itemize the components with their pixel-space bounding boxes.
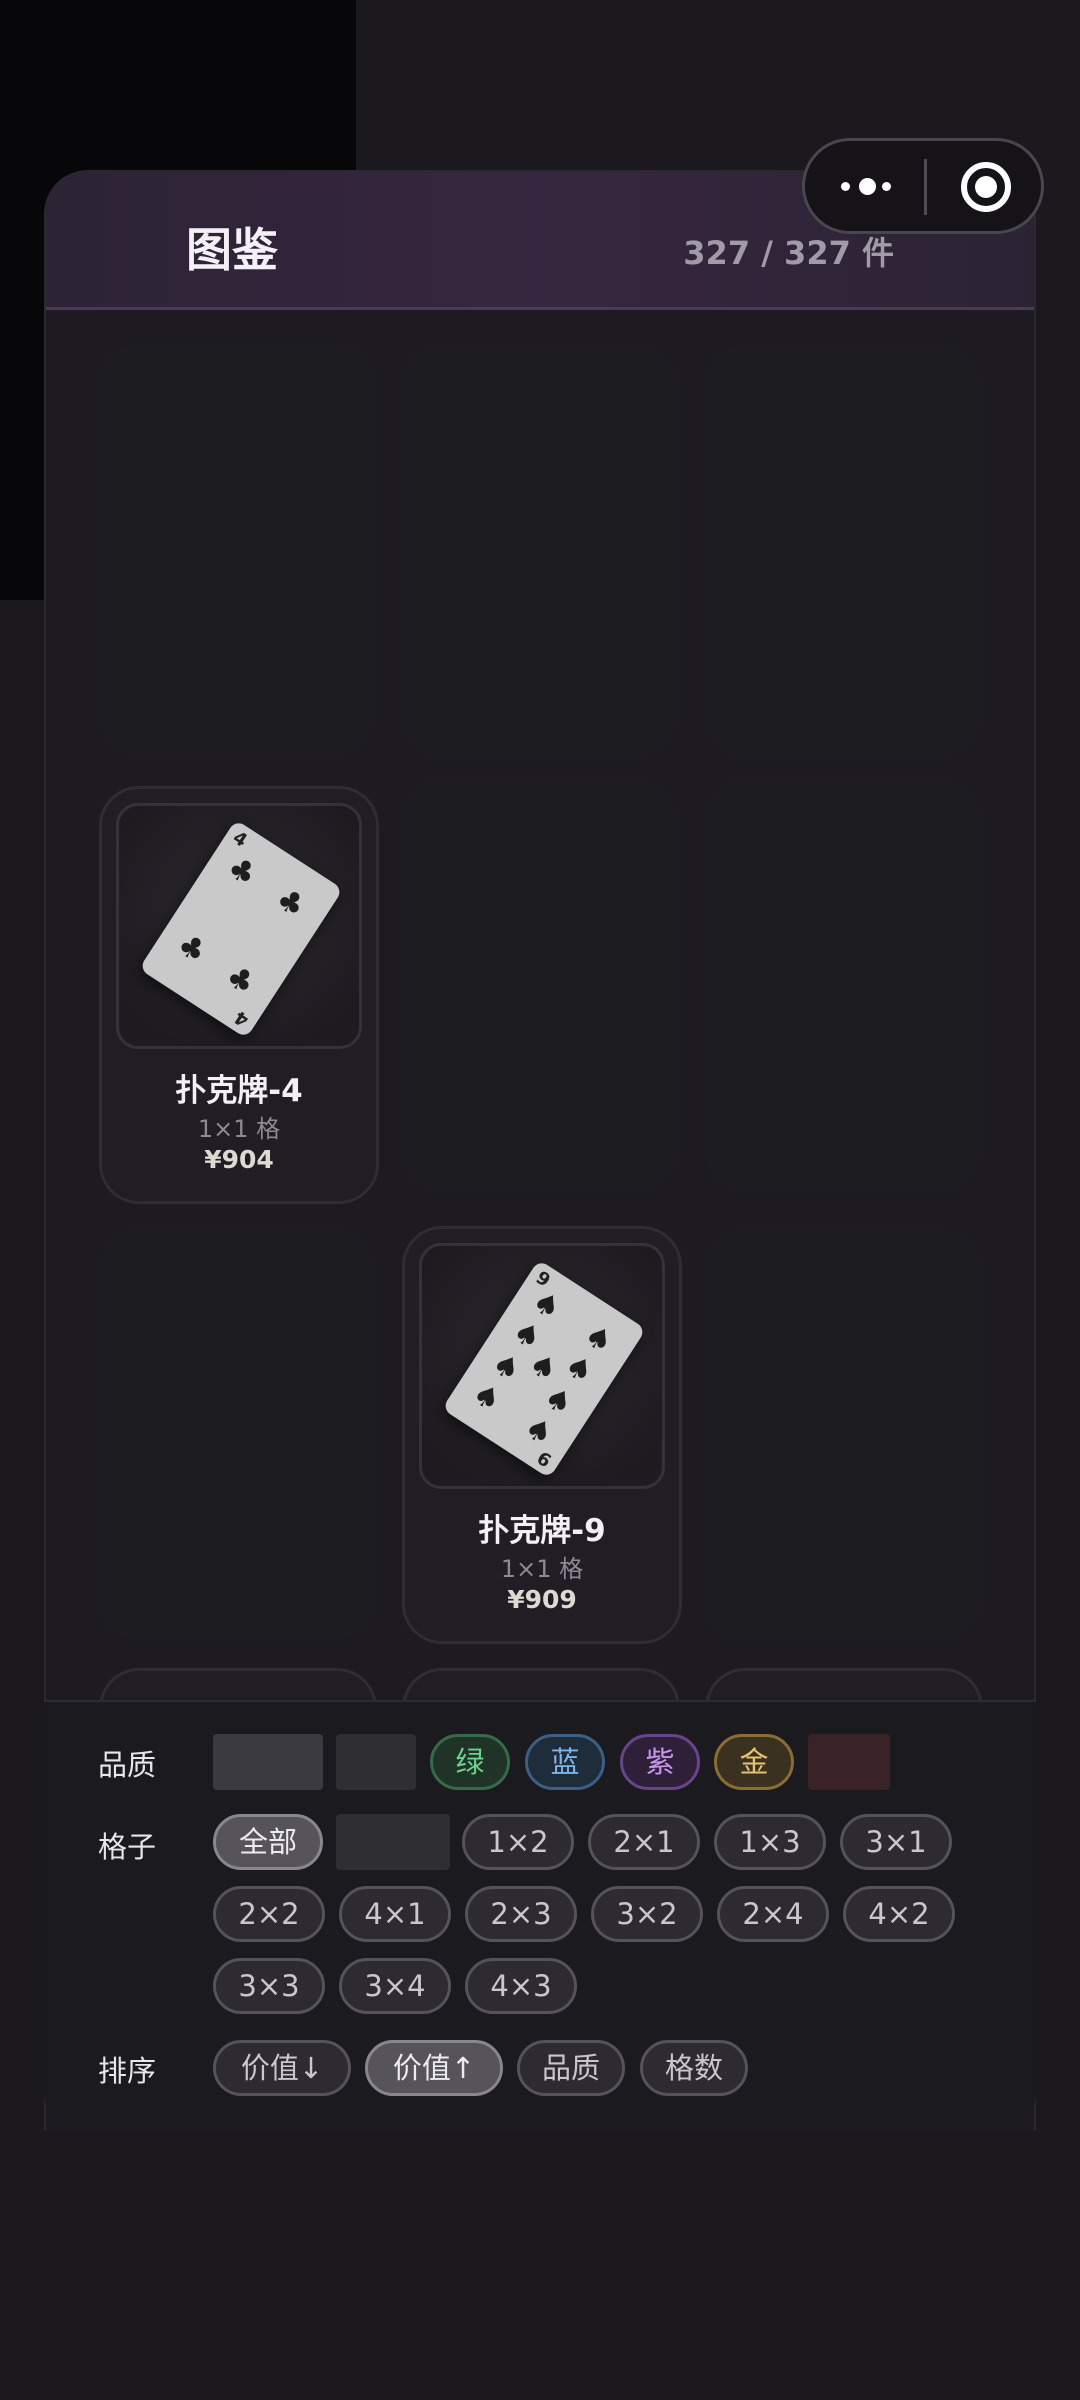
- grid-chip[interactable]: 2×3: [465, 1886, 577, 1942]
- capsule-divider: [924, 159, 927, 215]
- playing-card-clubs-image: 4 4 ♣ ♣ ♣ ♣: [138, 819, 344, 1039]
- grid-chip[interactable]: 1×3: [714, 1814, 826, 1870]
- grid-label: 格子: [98, 1830, 157, 1864]
- sort-cell-count[interactable]: 格数: [640, 2040, 748, 2096]
- playing-card-spades-image: 9 9 ♠ ♠ ♠ ♠ ♠ ♠ ♠ ♠ ♠: [441, 1259, 647, 1479]
- grid-chip[interactable]: 1×2: [462, 1814, 574, 1870]
- item-price: ¥909: [507, 1585, 577, 1614]
- card-placeholder: [99, 344, 373, 754]
- clubs-icon: ♣: [269, 881, 312, 926]
- quality-chip-green[interactable]: 绿: [430, 1734, 510, 1790]
- grid-chip[interactable]: 2×1: [588, 1814, 700, 1870]
- item-name: 扑克牌-9: [478, 1513, 606, 1549]
- card-placeholder: [402, 780, 676, 1190]
- quality-swatch[interactable]: [336, 1734, 416, 1790]
- clubs-icon: ♣: [219, 958, 262, 1003]
- quality-chip-blue[interactable]: 蓝: [525, 1734, 605, 1790]
- sort-label: 排序: [98, 2054, 157, 2088]
- grid-chip[interactable]: 4×1: [339, 1886, 451, 1942]
- grid-chip[interactable]: 3×1: [840, 1814, 952, 1870]
- app-screen: 图鉴 327 / 327 件 4 4 ♣ ♣ ♣ ♣ 扑克牌-4 1×1 格 ¥…: [0, 0, 1080, 2400]
- item-name: 扑克牌-4: [175, 1073, 303, 1109]
- grid-chip[interactable]: 2×2: [213, 1886, 325, 1942]
- item-card[interactable]: 9 9 ♠ ♠ ♠ ♠ ♠ ♠ ♠ ♠ ♠ 扑克牌-9 1×1 格 ¥909: [402, 1226, 682, 1644]
- clubs-icon: ♣: [170, 926, 213, 971]
- card-placeholder: [705, 780, 979, 1190]
- card-rank: 4: [228, 827, 251, 852]
- page-title: 图鉴: [186, 223, 278, 277]
- quality-swatch[interactable]: [213, 1734, 323, 1790]
- item-size: 1×1 格: [197, 1115, 281, 1143]
- card-placeholder: [705, 1230, 979, 1640]
- quality-chip-purple[interactable]: 紫: [620, 1734, 700, 1790]
- grid-chip[interactable]: 3×2: [591, 1886, 703, 1942]
- item-thumbnail: 4 4 ♣ ♣ ♣ ♣: [116, 803, 362, 1049]
- grid-chip-blank[interactable]: [336, 1814, 450, 1870]
- sort-value-desc[interactable]: 价值↓: [213, 2040, 351, 2096]
- grid-chip[interactable]: 4×2: [843, 1886, 955, 1942]
- quality-label: 品质: [98, 1748, 157, 1782]
- miniprogram-capsule: [802, 138, 1044, 234]
- item-price: ¥904: [204, 1145, 274, 1174]
- item-size: 1×1 格: [500, 1555, 584, 1583]
- grid-chip[interactable]: 4×3: [465, 1958, 577, 2014]
- filter-panel: 品质 绿 蓝 紫 金 格子 全部 1×2 2×1 1×3 3×1 2×2 4×1…: [44, 1700, 1036, 2128]
- grid-chip[interactable]: 3×3: [213, 1958, 325, 2014]
- item-count: 327 / 327 件: [683, 234, 894, 272]
- card-placeholder: [402, 346, 676, 756]
- card-placeholder: [705, 346, 979, 756]
- item-card[interactable]: 4 4 ♣ ♣ ♣ ♣ 扑克牌-4 1×1 格 ¥904: [99, 786, 379, 1204]
- quality-swatch[interactable]: [808, 1734, 890, 1790]
- grid-chip[interactable]: 2×4: [717, 1886, 829, 1942]
- more-dots-icon[interactable]: [837, 165, 901, 209]
- item-thumbnail: 9 9 ♠ ♠ ♠ ♠ ♠ ♠ ♠ ♠ ♠: [419, 1243, 665, 1489]
- grid-chip[interactable]: 3×4: [339, 1958, 451, 2014]
- target-close-icon[interactable]: [961, 162, 1011, 212]
- grid-chip-all[interactable]: 全部: [213, 1814, 323, 1870]
- sort-quality[interactable]: 品质: [517, 2040, 625, 2096]
- quality-chip-gold[interactable]: 金: [714, 1734, 794, 1790]
- card-placeholder: [99, 1230, 373, 1640]
- clubs-icon: ♣: [220, 849, 263, 894]
- sort-value-asc[interactable]: 价值↑: [365, 2040, 503, 2096]
- card-rank: 4: [231, 1006, 254, 1031]
